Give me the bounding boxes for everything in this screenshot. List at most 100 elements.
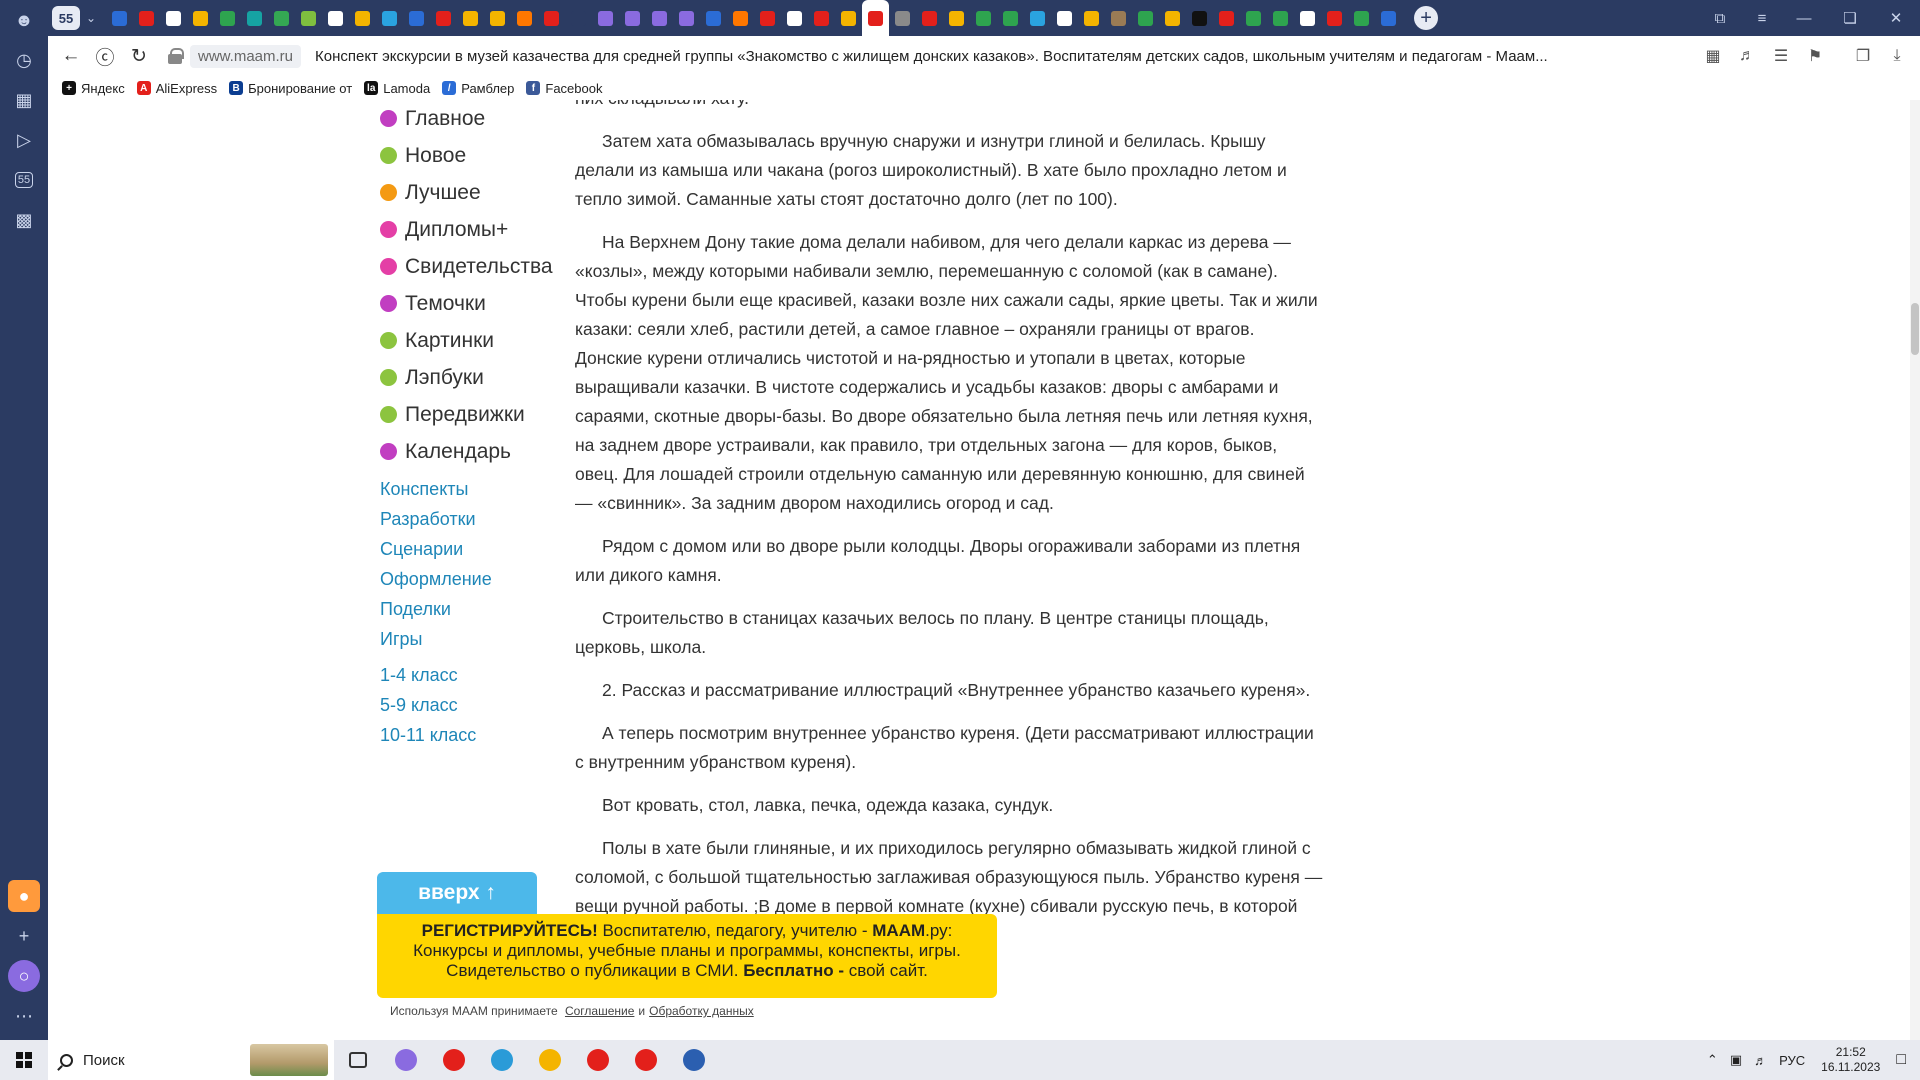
bookmark-item[interactable]: B Бронирование от xyxy=(229,81,352,96)
page-menu-icon[interactable]: ☰ xyxy=(1764,39,1798,73)
tab-favicon[interactable] xyxy=(511,0,538,36)
tab-favicon[interactable] xyxy=(268,0,295,36)
tab-favicon[interactable] xyxy=(1267,0,1294,36)
bookmark-item[interactable]: + Яндекс xyxy=(62,81,125,96)
collections-icon[interactable]: ▦ xyxy=(8,84,40,116)
zen-icon[interactable]: ● xyxy=(8,880,40,912)
tab-favicon[interactable] xyxy=(1240,0,1267,36)
register-banner[interactable]: РЕГИСТРИРУЙТЕСЬ! Воспитателю, педагогу, … xyxy=(377,914,997,998)
tab-favicon[interactable] xyxy=(1294,0,1321,36)
category-item[interactable]: Лучшее xyxy=(380,174,580,211)
lock-icon[interactable] xyxy=(168,48,184,64)
category-item[interactable]: Новое xyxy=(380,137,580,174)
section-link[interactable]: Сценарии xyxy=(380,534,580,564)
profile-icon[interactable]: ☻ xyxy=(8,4,40,36)
chevron-up-icon[interactable]: ⌃ xyxy=(1707,1052,1718,1068)
tabs-count-icon[interactable]: 55 xyxy=(8,164,40,196)
category-item[interactable]: Дипломы+ xyxy=(380,211,580,248)
bookmark-item[interactable]: / Рамблер xyxy=(442,81,514,96)
bookmark-icon[interactable]: ⚑ xyxy=(1798,39,1832,73)
bookmark-item[interactable]: f Facebook xyxy=(526,81,602,96)
chevron-down-icon[interactable]: ⌄ xyxy=(86,11,96,25)
category-item[interactable]: Передвижки xyxy=(380,396,580,433)
tab-favicon[interactable] xyxy=(943,0,970,36)
taskbar-app-icon[interactable] xyxy=(430,1040,478,1080)
history-icon[interactable]: ◷ xyxy=(8,44,40,76)
grade-link[interactable]: 5-9 класс xyxy=(380,690,580,720)
tab-favicon[interactable] xyxy=(1105,0,1132,36)
category-item[interactable]: Темочки xyxy=(380,285,580,322)
collections-icon[interactable]: ❐ xyxy=(1846,39,1880,73)
tab-favicon[interactable] xyxy=(997,0,1024,36)
section-link[interactable]: Поделки xyxy=(380,594,580,624)
taskbar-app-icon[interactable] xyxy=(478,1040,526,1080)
more-icon[interactable]: ⋯ xyxy=(8,1000,40,1032)
tab-favicon[interactable] xyxy=(565,0,592,36)
section-link[interactable]: Оформление xyxy=(380,564,580,594)
tab-favicon[interactable] xyxy=(1321,0,1348,36)
network-icon[interactable]: ▣ xyxy=(1730,1052,1742,1068)
page-scrollbar[interactable] xyxy=(1910,100,1920,1040)
headphones-icon[interactable]: ♬ xyxy=(1730,39,1764,73)
hamburger-menu-icon[interactable]: ≡ xyxy=(1742,0,1782,36)
taskbar-search[interactable]: Поиск xyxy=(48,1040,334,1080)
tab-favicon[interactable] xyxy=(1024,0,1051,36)
bookmark-item[interactable]: la Lamoda xyxy=(364,81,430,96)
tab-favicon[interactable] xyxy=(835,0,862,36)
task-view-icon[interactable] xyxy=(334,1040,382,1080)
alice-icon[interactable]: ○ xyxy=(8,960,40,992)
video-icon[interactable]: ▷ xyxy=(8,124,40,156)
category-item[interactable]: Календарь xyxy=(380,433,580,470)
tab-favicon[interactable] xyxy=(673,0,700,36)
yandex-home-icon[interactable]: ⓒ xyxy=(88,39,122,73)
taskbar-app-icon[interactable] xyxy=(382,1040,430,1080)
volume-icon[interactable]: ♬ xyxy=(1754,1053,1767,1068)
tab-favicon[interactable] xyxy=(1078,0,1105,36)
tab-favicon[interactable] xyxy=(403,0,430,36)
scrollbar-thumb[interactable] xyxy=(1911,303,1919,355)
category-item[interactable]: Свидетельства xyxy=(380,248,580,285)
tab-favicon[interactable] xyxy=(1159,0,1186,36)
clock[interactable]: 21:52 16.11.2023 xyxy=(1821,1045,1880,1075)
tab-favicon[interactable] xyxy=(862,0,890,36)
category-item[interactable]: Главное xyxy=(380,100,580,137)
section-link[interactable]: Игры xyxy=(380,624,580,654)
taskbar-app-icon[interactable] xyxy=(622,1040,670,1080)
tab-favicon[interactable] xyxy=(376,0,403,36)
reader-mode-icon[interactable]: ▦ xyxy=(1696,39,1730,73)
notifications-icon[interactable]: □ xyxy=(1896,1051,1906,1069)
close-window-button[interactable]: ✕ xyxy=(1876,0,1916,36)
tab-favicon[interactable] xyxy=(970,0,997,36)
tab-favicon[interactable] xyxy=(700,0,727,36)
tab-favicon[interactable] xyxy=(1051,0,1078,36)
downloads-icon[interactable]: ⤓ xyxy=(1880,39,1914,73)
category-item[interactable]: Лэпбуки xyxy=(380,359,580,396)
tab-favicon[interactable] xyxy=(295,0,322,36)
tab-favicon[interactable] xyxy=(538,0,565,36)
tab-favicon[interactable] xyxy=(889,0,916,36)
minimize-button[interactable]: — xyxy=(1784,0,1824,36)
tab-favicon[interactable] xyxy=(1213,0,1240,36)
tab-favicon[interactable] xyxy=(106,0,133,36)
tab-favicon[interactable] xyxy=(916,0,943,36)
tab-counter-button[interactable]: 55 xyxy=(52,6,80,30)
page-title-in-address[interactable]: Конспект экскурсии в музей казачества дл… xyxy=(315,48,1635,65)
bookmark-item[interactable]: A AliExpress xyxy=(136,81,217,96)
taskbar-app-icon[interactable] xyxy=(574,1040,622,1080)
tab-favicon[interactable] xyxy=(349,0,376,36)
scroll-top-button[interactable]: вверх ↑ xyxy=(377,872,537,914)
back-button[interactable]: ← xyxy=(54,39,88,73)
tab-favicon[interactable] xyxy=(187,0,214,36)
tab-favicon[interactable] xyxy=(619,0,646,36)
data-processing-link[interactable]: Обработку данных xyxy=(649,1004,754,1018)
url-domain[interactable]: www.maam.ru xyxy=(190,44,302,68)
tab-favicon[interactable] xyxy=(430,0,457,36)
taskbar-app-icon[interactable] xyxy=(670,1040,718,1080)
tab-favicon[interactable] xyxy=(133,0,160,36)
tab-favicon[interactable] xyxy=(1132,0,1159,36)
tab-favicon[interactable] xyxy=(322,0,349,36)
tab-favicon[interactable] xyxy=(1348,0,1375,36)
screenshot-icon[interactable]: ▩ xyxy=(8,204,40,236)
section-link[interactable]: Разработки xyxy=(380,504,580,534)
restore-button[interactable]: ❏ xyxy=(1830,0,1870,36)
